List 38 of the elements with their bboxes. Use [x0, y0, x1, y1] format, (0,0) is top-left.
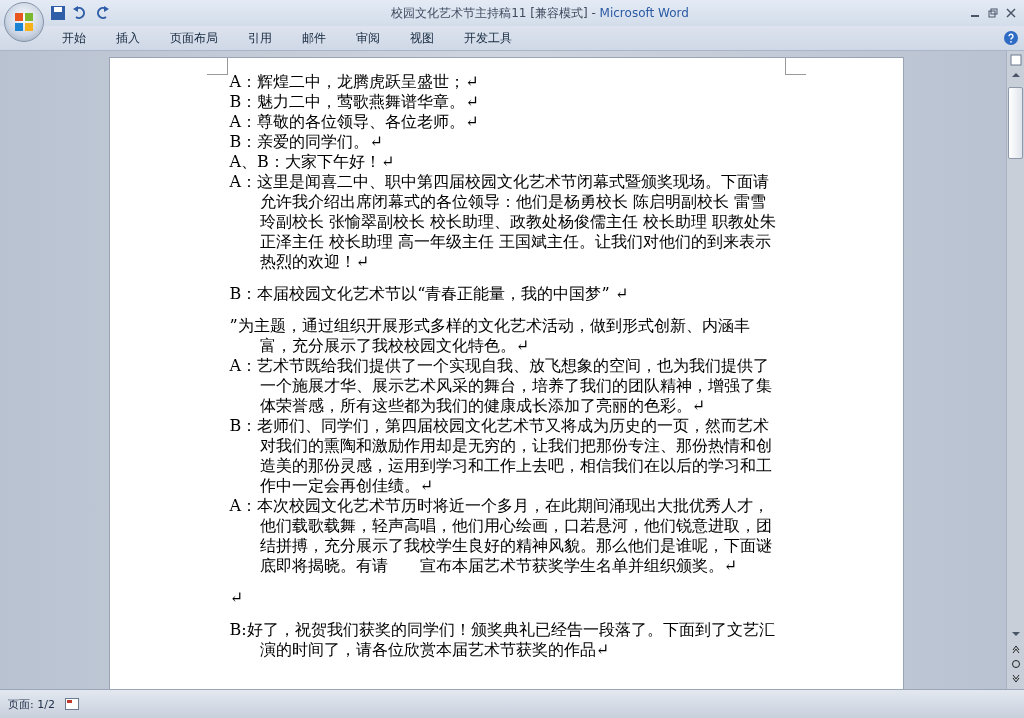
paragraph: B：本届校园文化艺术节以“青春正能量，我的中国梦” ↵ [229, 283, 630, 304]
undo-icon[interactable] [72, 5, 88, 21]
browse-object-icon[interactable] [1009, 658, 1022, 670]
paragraph: A：尊敬的各位领导、各位老师。↵ [229, 112, 480, 132]
paragraph: A：辉煌二中，龙腾虎跃呈盛世；↵ [229, 72, 480, 92]
paragraph: A：这里是闻喜二中、职中第四届校园文化艺术节闭幕式暨颁奖现场。下面请允许我介绍出席闭幕式的各位领导：他们是杨勇校长 陈启明副校长 雷雪玲副校长 张愉翠副校长 校长助理、政教处杨俊儒主任 校长助理 职教处朱正泽主任 校长助理 高一年级主任 王国斌主任。让我们对他们的到来表示热烈的欢迎！↵ [229, 172, 777, 272]
ribbon-tab[interactable]: 邮件 [288, 27, 340, 49]
paragraph: B：亲爱的同学们。↵ [229, 132, 384, 152]
ribbon-tab[interactable]: 开发工具 [450, 27, 526, 49]
scroll-thumb[interactable] [1008, 87, 1023, 159]
ribbon-tab[interactable]: 页面布局 [156, 27, 232, 49]
margin-corner-mark [206, 58, 228, 75]
ribbon-tab[interactable]: 插入 [102, 27, 154, 49]
office-button[interactable] [4, 2, 44, 42]
ribbon-tab[interactable]: 开始 [48, 27, 100, 49]
paragraph: ↵ [229, 587, 244, 608]
window-title: 校园文化艺术节主持稿11 [兼容模式] - Microsoft Word [390, 4, 690, 22]
paragraph: ”为主题，通过组织开展形式多样的文化艺术活动，做到形式创新、内涵丰富，充分展示了我校校园文化特色。↵ [229, 315, 751, 356]
ribbon-tab[interactable]: 视图 [396, 27, 448, 49]
paragraph: A：本次校园文化艺术节历时将近一个多月，在此期间涌现出大批优秀人才，他们载歌载舞，轻声高唱，他们用心绘画，口若悬河，他们锐意进取，团结拼搏，充分展示了我校学生良好的精神风貌。那么他们是谁呢，下面谜底即将揭晓。有请 宣布本届艺术节获奖学生名单并组织颁奖。↵ [229, 496, 773, 576]
paragraph: B：魅力二中，莺歌燕舞谱华章。↵ [229, 92, 480, 112]
paragraph: B：老师们、同学们，第四届校园文化艺术节又将成为历史的一页，然而艺术对我们的熏陶和激励作用却是无穷的，让我们把那份专注、那份热情和创造美的那份灵感，运用到学习和工作上去吧，相信我们在以后的学习和工作中一定会再创佳绩。↵ [229, 416, 773, 496]
office-logo-icon [13, 11, 35, 33]
restore-icon[interactable] [988, 8, 998, 18]
vertical-scrollbar[interactable] [1006, 51, 1024, 689]
save-icon[interactable] [50, 5, 66, 21]
paragraph: B:好了，祝贺我们获奖的同学们！颁奖典礼已经告一段落了。下面到了文艺汇演的时间了，请各位欣赏本届艺术节获奖的作品↵ [229, 619, 776, 660]
paragraph: A：艺术节既给我们提供了一个实现自我、放飞想象的空间，也为我们提供了一个施展才华、展示艺术风采的舞台，培养了我们的团队精神，增强了集体荣誉感，所有这些都为我们的健康成长添加了亮丽的色彩。↵ [229, 356, 773, 416]
margin-corner-mark [784, 58, 806, 75]
ribbon-tab[interactable]: 审阅 [342, 27, 394, 49]
document-icon[interactable] [64, 698, 79, 710]
ruler-toggle-icon[interactable] [1009, 54, 1022, 66]
redo-icon[interactable] [94, 5, 110, 21]
help-icon[interactable] [1004, 31, 1018, 45]
paragraph: A、B：大家下午好！↵ [229, 152, 396, 172]
page-count[interactable]: 页面: 1/2 [8, 696, 55, 712]
ribbon-tab[interactable]: 引用 [234, 27, 286, 49]
close-icon[interactable] [1006, 8, 1016, 18]
